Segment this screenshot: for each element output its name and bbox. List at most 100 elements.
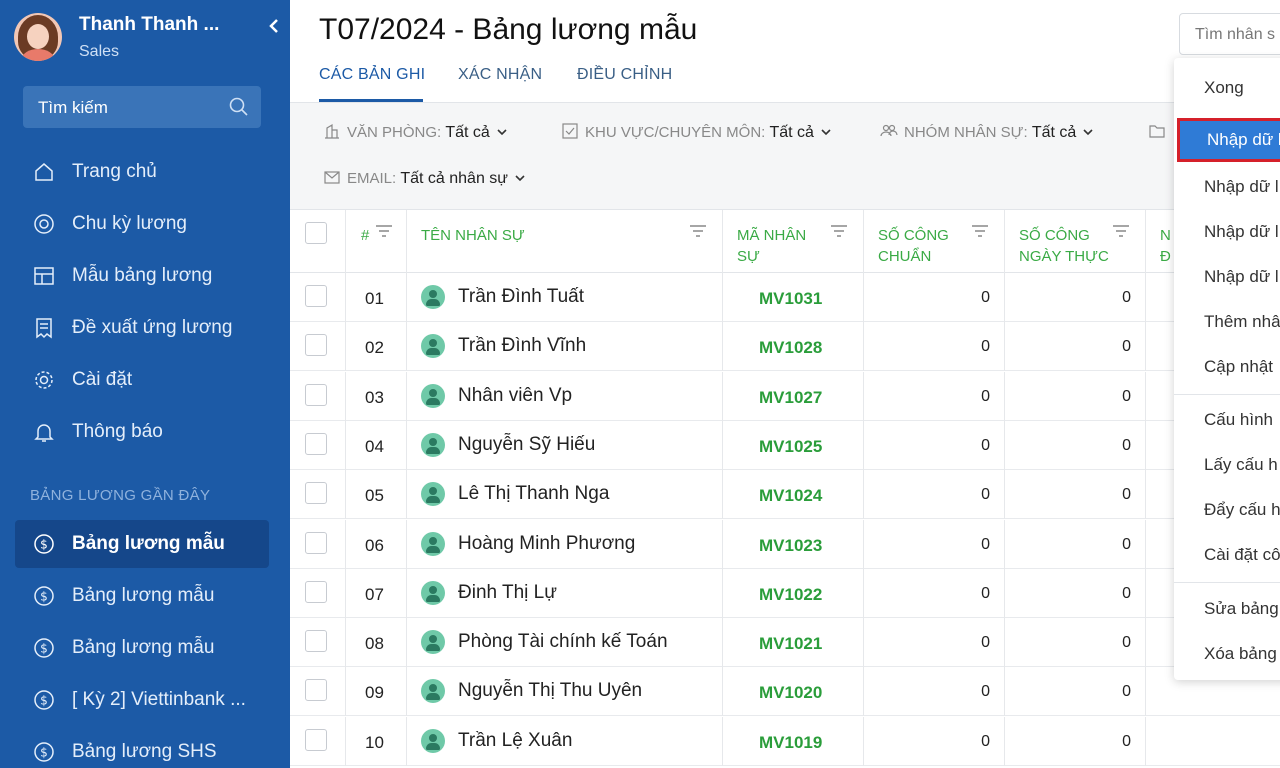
- employee-name[interactable]: Trần Đình Vĩnh: [458, 335, 586, 357]
- menu-item-delete-table[interactable]: Xóa bảng: [1174, 632, 1280, 676]
- table-row[interactable]: 03 Nhân viên Vp MV1027 0 0: [290, 371, 1280, 421]
- employee-name[interactable]: Phòng Tài chính kế Toán: [458, 631, 668, 653]
- table-row[interactable]: 01 Trần Đình Tuất MV1031 0 0: [290, 273, 1280, 322]
- filter-icon[interactable]: [374, 223, 394, 239]
- row-checkbox[interactable]: [305, 630, 327, 653]
- menu-item-import-data[interactable]: Nhập dữ l: [1174, 255, 1280, 299]
- row-checkbox[interactable]: [305, 728, 327, 751]
- sidebar-item-label: Mẫu bảng lương: [72, 265, 213, 286]
- chevron-down-icon: [1083, 129, 1093, 136]
- table-row[interactable]: 05 Lê Thị Thanh Nga MV1024 0 0: [290, 470, 1280, 520]
- recent-payroll-item[interactable]: $ Bảng lương mẫu: [15, 520, 269, 568]
- dollar-icon: $: [34, 690, 54, 710]
- svg-text:$: $: [40, 694, 48, 708]
- menu-item-import-data[interactable]: Nhập dữ l: [1174, 210, 1280, 254]
- email-filter[interactable]: EMAIL: Tất cả nhân sự: [323, 168, 526, 188]
- actual-days-value: 0: [1122, 683, 1131, 701]
- header-index[interactable]: #: [346, 210, 407, 273]
- header-name[interactable]: TÊN NHÂN SỰ: [407, 210, 723, 273]
- header-actual-days[interactable]: SỐ CÔNG NGÀY THỰC: [1005, 210, 1146, 273]
- tab-records[interactable]: CÁC BẢN GHI: [319, 66, 425, 84]
- area-filter[interactable]: KHU VỰC/CHUYÊN MÔN: Tất cả: [561, 122, 832, 142]
- row-checkbox[interactable]: [305, 285, 327, 307]
- row-checkbox[interactable]: [305, 383, 327, 406]
- menu-item-settings[interactable]: Cài đặt cô: [1174, 533, 1280, 577]
- row-checkbox[interactable]: [305, 679, 327, 702]
- header-label: SỐ CÔNG CHUẨN: [878, 227, 949, 265]
- employee-code[interactable]: MV1024: [759, 486, 822, 506]
- employee-name[interactable]: Trần Đình Tuất: [458, 286, 584, 308]
- employee-code[interactable]: MV1028: [759, 338, 822, 358]
- profile[interactable]: Thanh Thanh ... Sales: [14, 10, 284, 66]
- table-row[interactable]: 08 Phòng Tài chính kế Toán MV1021 0 0: [290, 618, 1280, 668]
- employee-name[interactable]: Nhân viên Vp: [458, 385, 572, 407]
- table-row[interactable]: 02 Trần Đình Vĩnh MV1028 0 0: [290, 322, 1280, 372]
- employee-code[interactable]: MV1021: [759, 634, 822, 654]
- menu-item-update[interactable]: Cập nhật: [1174, 345, 1280, 389]
- sidebar-item-notifications[interactable]: Thông báo: [15, 408, 269, 456]
- recent-payroll-item[interactable]: $ Bảng lương mẫu: [15, 572, 269, 620]
- table-row[interactable]: 04 Nguyễn Sỹ Hiếu MV1025 0 0: [290, 420, 1280, 470]
- menu-item-import-data-highlighted[interactable]: Nhập dữ l: [1177, 118, 1280, 162]
- actual-days-value: 0: [1122, 387, 1131, 405]
- dollar-icon: $: [34, 638, 54, 658]
- row-checkbox[interactable]: [305, 580, 327, 603]
- menu-item-push-config[interactable]: Đẩy cấu h: [1174, 488, 1280, 532]
- actual-days-value: 0: [1122, 486, 1131, 504]
- employee-name[interactable]: Lê Thị Thanh Nga: [458, 483, 609, 505]
- menu-item-import-data[interactable]: Nhập dữ l: [1174, 165, 1280, 209]
- menu-item-get-config[interactable]: Lấy cấu h: [1174, 443, 1280, 487]
- sidebar-search-input[interactable]: Tìm kiếm: [23, 86, 261, 128]
- office-filter[interactable]: VĂN PHÒNG: Tất cả: [323, 122, 508, 142]
- header-code[interactable]: MÃ NHÂN SỰ: [723, 210, 864, 273]
- search-icon[interactable]: [229, 97, 249, 117]
- menu-item-configure[interactable]: Cấu hình: [1174, 398, 1280, 442]
- recent-payroll-item[interactable]: $ [ Kỳ 2] Viettinbank ...: [15, 676, 269, 724]
- employee-name[interactable]: Đinh Thị Lự: [458, 582, 557, 604]
- filter-icon[interactable]: [1111, 223, 1131, 239]
- employee-name[interactable]: Trần Lệ Xuân: [458, 730, 572, 752]
- menu-item-done[interactable]: Xong: [1174, 66, 1280, 110]
- table-row[interactable]: 06 Hoàng Minh Phương MV1023 0 0: [290, 519, 1280, 569]
- employee-code[interactable]: MV1019: [759, 733, 822, 753]
- recent-payroll-item[interactable]: $ Bảng lương SHS: [15, 728, 269, 768]
- employee-code[interactable]: MV1022: [759, 585, 822, 605]
- table-row[interactable]: 07 Đinh Thị Lự MV1022 0 0: [290, 568, 1280, 618]
- header-standard-days[interactable]: SỐ CÔNG CHUẨN: [864, 210, 1005, 273]
- user-avatar-icon: [421, 728, 445, 753]
- row-checkbox[interactable]: [305, 482, 327, 505]
- table-row[interactable]: 09 Nguyễn Thị Thu Uyên MV1020 0 0: [290, 667, 1280, 717]
- row-checkbox[interactable]: [305, 432, 327, 455]
- employee-code[interactable]: MV1020: [759, 683, 822, 703]
- employee-name[interactable]: Nguyễn Sỹ Hiếu: [458, 434, 595, 456]
- row-checkbox[interactable]: [305, 531, 327, 554]
- table-row[interactable]: 10 Trần Lệ Xuân MV1019 0 0: [290, 716, 1280, 766]
- sidebar-item-settings[interactable]: Cài đặt: [15, 356, 269, 404]
- sidebar-item-payroll-cycle[interactable]: Chu kỳ lương: [15, 200, 269, 248]
- group-filter[interactable]: NHÓM NHÂN SỰ: Tất cả: [880, 122, 1094, 142]
- select-all-checkbox[interactable]: [305, 222, 327, 244]
- index-cell: 07: [346, 568, 407, 618]
- collapse-sidebar-icon[interactable]: [264, 16, 284, 42]
- staff-search-input[interactable]: Tìm nhân s: [1179, 13, 1280, 55]
- folder-filter[interactable]: [1148, 122, 1172, 142]
- filter-value: Tất cả: [1031, 124, 1077, 141]
- filter-icon[interactable]: [970, 223, 990, 239]
- filter-icon[interactable]: [829, 223, 849, 239]
- tab-confirm[interactable]: XÁC NHẬN: [458, 66, 542, 84]
- employee-code[interactable]: MV1031: [759, 289, 822, 309]
- sidebar-item-home[interactable]: Trang chủ: [15, 148, 269, 196]
- employee-name[interactable]: Hoàng Minh Phương: [458, 533, 635, 555]
- menu-item-edit-table[interactable]: Sửa bảng: [1174, 587, 1280, 631]
- menu-item-add-staff[interactable]: Thêm nhâ: [1174, 300, 1280, 344]
- employee-name[interactable]: Nguyễn Thị Thu Uyên: [458, 680, 642, 702]
- employee-code[interactable]: MV1027: [759, 388, 822, 408]
- sidebar-item-payroll-template[interactable]: Mẫu bảng lương: [15, 252, 269, 300]
- employee-code[interactable]: MV1023: [759, 536, 822, 556]
- sidebar-item-advance-request[interactable]: Đề xuất ứng lương: [15, 304, 269, 352]
- row-checkbox[interactable]: [305, 334, 327, 357]
- recent-payroll-item[interactable]: $ Bảng lương mẫu: [15, 624, 269, 672]
- employee-code[interactable]: MV1025: [759, 437, 822, 457]
- tab-adjust[interactable]: ĐIỀU CHỈNH: [577, 66, 672, 84]
- filter-icon[interactable]: [688, 223, 708, 239]
